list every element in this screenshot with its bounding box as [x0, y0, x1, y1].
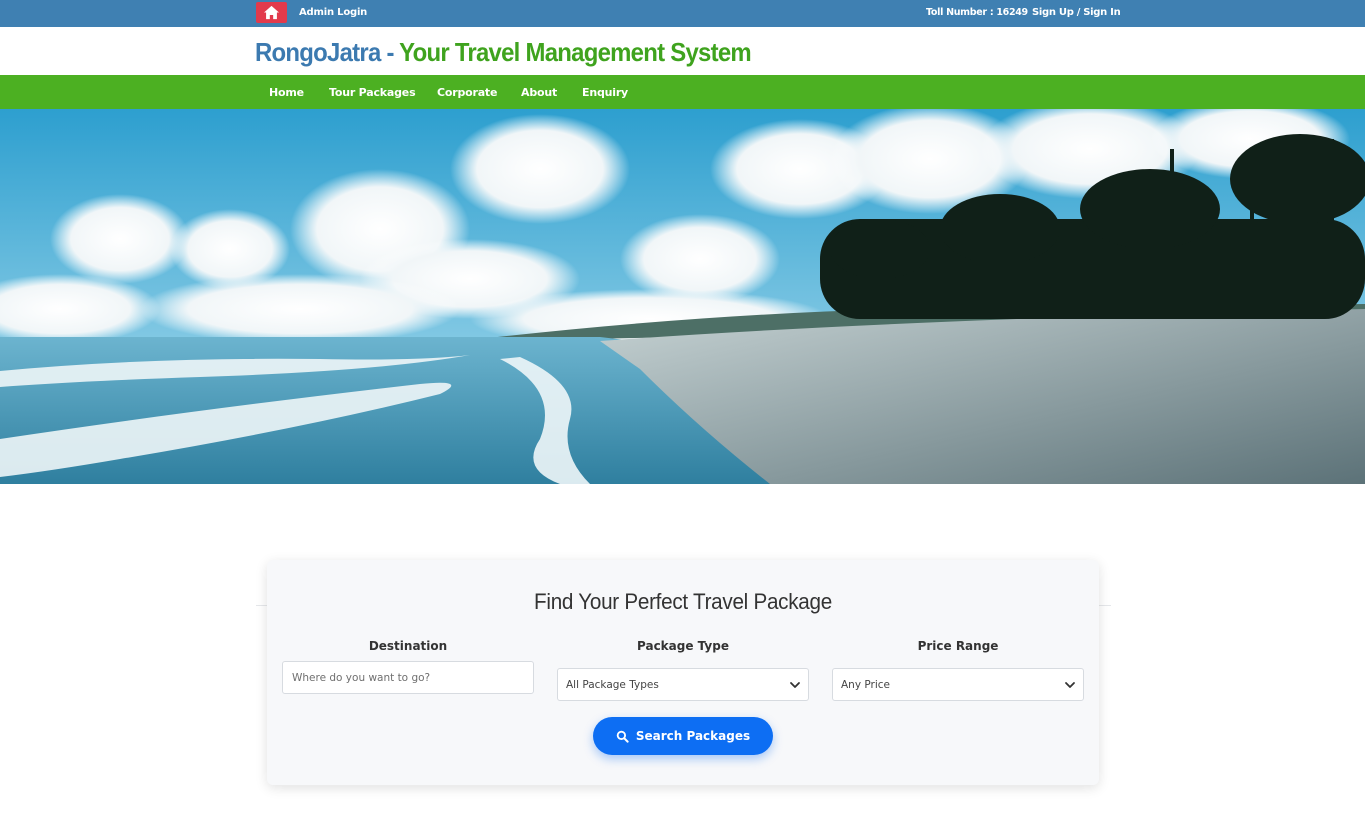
site-logo[interactable]: RongoJatra - Your Travel Management Syst…	[255, 37, 752, 68]
main-nav: Home Tour Packages Corporate About Enqui…	[0, 75, 1365, 109]
package-type-value: All Package Types	[566, 679, 659, 691]
destination-input[interactable]	[282, 661, 534, 694]
destination-label: Destination	[368, 639, 448, 653]
package-type-select[interactable]: All Package Types	[557, 668, 809, 701]
package-type-label: Package Type	[637, 639, 729, 653]
toll-number: Toll Number : 16249	[926, 7, 1028, 18]
logo-bar: RongoJatra - Your Travel Management Syst…	[0, 27, 1365, 75]
nav-item-tour-packages[interactable]: Tour Packages	[329, 86, 416, 99]
nav-item-home[interactable]: Home	[269, 86, 304, 99]
logo-separator: -	[380, 37, 400, 67]
search-icon	[616, 730, 629, 743]
search-title: Find Your Perfect Travel Package	[534, 589, 832, 614]
price-range-label: Price Range	[917, 639, 999, 653]
beach-banner-image	[0, 109, 1365, 484]
home-button[interactable]	[256, 2, 287, 23]
logo-tagline: Your Travel Management System	[399, 37, 752, 67]
admin-login-link[interactable]: Admin Login	[299, 7, 367, 18]
chevron-down-icon	[1065, 682, 1075, 688]
chevron-down-icon	[790, 682, 800, 688]
home-icon	[264, 5, 279, 20]
top-bar: Admin Login Toll Number : 16249 Sign Up …	[0, 0, 1365, 27]
search-card: Find Your Perfect Travel Package Destina…	[267, 560, 1099, 785]
search-packages-button[interactable]: Search Packages	[593, 717, 773, 755]
nav-item-about[interactable]: About	[521, 86, 557, 99]
search-packages-label: Search Packages	[635, 729, 751, 743]
signup-signin-link[interactable]: Sign Up / Sign In	[1032, 7, 1121, 18]
price-range-select[interactable]: Any Price	[832, 668, 1084, 701]
nav-item-enquiry[interactable]: Enquiry	[582, 86, 628, 99]
hero-banner	[0, 109, 1365, 484]
logo-brand: RongoJatra	[255, 37, 381, 67]
price-range-value: Any Price	[841, 679, 891, 691]
nav-item-corporate[interactable]: Corporate	[437, 86, 497, 99]
